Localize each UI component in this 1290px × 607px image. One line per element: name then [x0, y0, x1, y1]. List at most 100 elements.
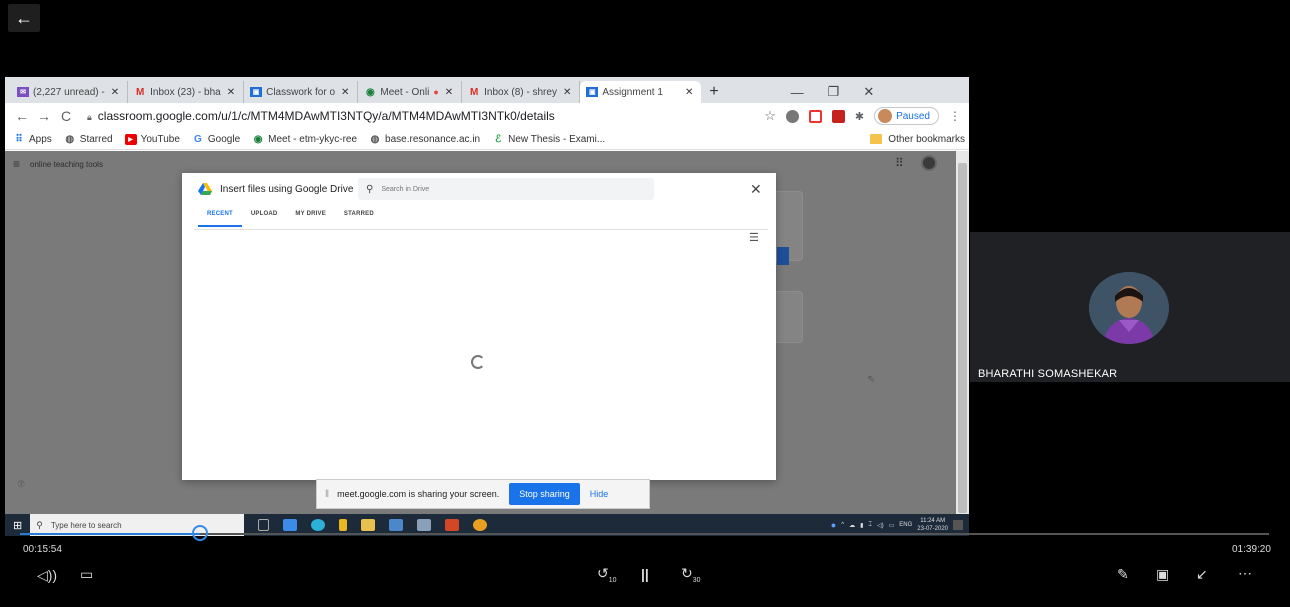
close-icon[interactable]: ✕ [685, 87, 693, 98]
bookmark-thesis[interactable]: ℰ New Thesis - Exami... [492, 134, 605, 145]
skip-forward-icon[interactable]: ↻30 [681, 565, 701, 584]
search-icon: ⚲ [366, 183, 374, 195]
meet-icon: ◉ [366, 86, 375, 98]
close-icon[interactable]: ✕ [111, 87, 119, 98]
task-view-icon[interactable] [258, 519, 270, 531]
minimize-button[interactable]: — [791, 81, 804, 103]
close-icon[interactable]: ✕ [227, 87, 235, 98]
edge-icon[interactable] [311, 519, 326, 531]
meet-icon: ◉ [253, 133, 263, 145]
forward-icon[interactable]: → [35, 108, 53, 124]
screen-sharing-bar: ‖ meet.google.com is sharing your screen… [316, 479, 650, 509]
scrollbar-thumb[interactable] [958, 163, 967, 513]
pdf-extension-icon[interactable] [831, 109, 845, 123]
recording-dot-icon: ● [433, 87, 439, 97]
url-field[interactable]: 🔒︎ classroom.google.com/u/1/c/MTM4MDAwMTI… [87, 109, 555, 123]
drag-handle-icon[interactable]: ‖ [325, 489, 329, 500]
file-explorer-icon[interactable] [361, 519, 376, 531]
extension-icon[interactable] [785, 109, 799, 123]
close-icon[interactable]: ✕ [341, 87, 349, 98]
puzzle-icon[interactable]: ✱ [855, 110, 864, 123]
browser-tab[interactable]: M Inbox (23) - bha ✕ [128, 81, 245, 103]
current-time: 00:15:54 [23, 544, 62, 555]
drive-tabs: RECENT UPLOAD MY DRIVE STARRED [198, 211, 383, 227]
hamburger-menu-icon[interactable]: ≡ [13, 157, 20, 171]
help-tray-icon[interactable]: ● [831, 520, 836, 530]
taskbar-clock[interactable]: 11:24 AM 23-07-2020 [917, 517, 948, 533]
dropbox-icon[interactable] [283, 519, 298, 531]
language-indicator[interactable]: ENG [899, 522, 912, 528]
window-close-button[interactable]: ✕ [863, 81, 874, 103]
browser-tab-active[interactable]: ▣ Assignment 1 ✕ [580, 81, 702, 103]
powerpoint-icon[interactable] [445, 519, 460, 531]
tab-starred[interactable]: STARRED [335, 211, 383, 227]
close-icon[interactable]: ✕ [445, 87, 453, 98]
captions-icon[interactable]: ▭ [80, 566, 93, 583]
pen-icon[interactable]: ✎ [1117, 566, 1129, 583]
more-menu-icon[interactable]: ⋮ [949, 109, 961, 123]
tab-upload[interactable]: UPLOAD [242, 211, 287, 227]
notification-icon[interactable] [953, 520, 963, 530]
close-icon[interactable]: ✕ [750, 181, 762, 198]
address-bar: ← → C 🔒︎ classroom.google.com/u/1/c/MTM4M… [5, 103, 969, 129]
chevron-up-icon[interactable]: ^ [841, 522, 844, 528]
skip-back-icon[interactable]: ↺10 [597, 565, 617, 584]
profile-paused-button[interactable]: Paused [874, 107, 939, 125]
tab-recent[interactable]: RECENT [198, 211, 242, 227]
hide-button[interactable]: Hide [590, 489, 609, 499]
browser-tab[interactable]: M Inbox (8) - shrey ✕ [462, 81, 581, 103]
back-icon[interactable]: ← [13, 108, 31, 124]
browser-tab[interactable]: ◉ Meet - Onli ● ✕ [358, 81, 463, 103]
bookmark-google[interactable]: G Google [192, 134, 240, 145]
account-avatar[interactable] [921, 155, 937, 171]
help-icon[interactable]: ⑦ [17, 479, 25, 490]
bookmark-apps[interactable]: ⠿ Apps [13, 133, 51, 145]
class-title[interactable]: online teaching tools [30, 160, 103, 169]
new-tab-button[interactable]: + [709, 81, 718, 103]
seek-handle[interactable] [191, 525, 208, 541]
list-view-icon[interactable]: ☰ [749, 231, 759, 244]
drive-picker-dialog: Insert files using Google Drive ⚲ Search… [182, 173, 875, 480]
close-icon[interactable]: ✕ [563, 87, 571, 98]
winamp-icon[interactable] [339, 519, 348, 531]
classroom-icon: ▣ [586, 87, 599, 97]
cloud-icon[interactable]: ☁ [849, 522, 855, 529]
keyboard-icon[interactable]: ▭ [889, 522, 895, 529]
mail-taskbar-icon[interactable] [389, 519, 404, 531]
bookmark-youtube[interactable]: ▶ YouTube [124, 133, 180, 145]
back-arrow-button[interactable]: ← [8, 4, 40, 32]
star-icon[interactable]: ☆ [764, 108, 776, 124]
docs-icon: ℰ [495, 133, 502, 145]
maximize-button[interactable]: ❐ [828, 81, 840, 103]
total-time: 01:39:20 [1232, 544, 1271, 555]
lock-icon: 🔒︎ [87, 112, 92, 122]
tab-my-drive[interactable]: MY DRIVE [286, 211, 335, 227]
more-options-icon[interactable]: ⋯ [1238, 565, 1252, 582]
bookmarks-bar: ⠿ Apps ◍ Starred ▶ YouTube G Google ◉ Meet - … [5, 129, 969, 150]
extension-icon[interactable] [808, 109, 822, 123]
drive-search-input[interactable]: ⚲ Search in Drive [358, 178, 654, 200]
other-bookmarks[interactable]: Other bookmarks [870, 134, 965, 145]
apps-grid-icon[interactable]: ⠿ [895, 156, 904, 170]
chrome-icon[interactable] [473, 519, 488, 531]
pause-icon[interactable]: || [641, 566, 649, 582]
reload-icon[interactable]: C [57, 108, 75, 124]
battery-icon[interactable]: ▮ [860, 522, 863, 529]
exit-fullscreen-icon[interactable]: ↙ [1196, 566, 1208, 583]
windows-start-icon[interactable]: ⊞ [13, 519, 22, 532]
stop-sharing-button[interactable]: Stop sharing [509, 483, 580, 505]
volume-icon[interactable]: ◁)) [37, 567, 57, 584]
participant-avatar [1089, 272, 1169, 344]
browser-tab[interactable]: ✉ (2,227 unread) - ✕ [11, 81, 129, 103]
camera-icon[interactable] [417, 519, 432, 531]
bookmark-resonance[interactable]: ◍ base.resonance.ac.in [369, 134, 480, 145]
network-icon[interactable]: ⌶ [868, 522, 872, 529]
browser-tab[interactable]: ▣ Classwork for o ✕ [244, 81, 359, 103]
globe-icon: ◍ [65, 133, 75, 145]
bookmark-starred[interactable]: ◍ Starred [64, 133, 112, 145]
apps-grid-icon: ⠿ [15, 133, 23, 145]
volume-icon[interactable]: ◁) [877, 522, 884, 529]
dialog-title: Insert files using Google Drive [198, 183, 353, 195]
bookmark-meet[interactable]: ◉ Meet - etm-ykyc-ree [252, 134, 357, 145]
picture-in-picture-icon[interactable]: ▣ [1156, 566, 1169, 583]
